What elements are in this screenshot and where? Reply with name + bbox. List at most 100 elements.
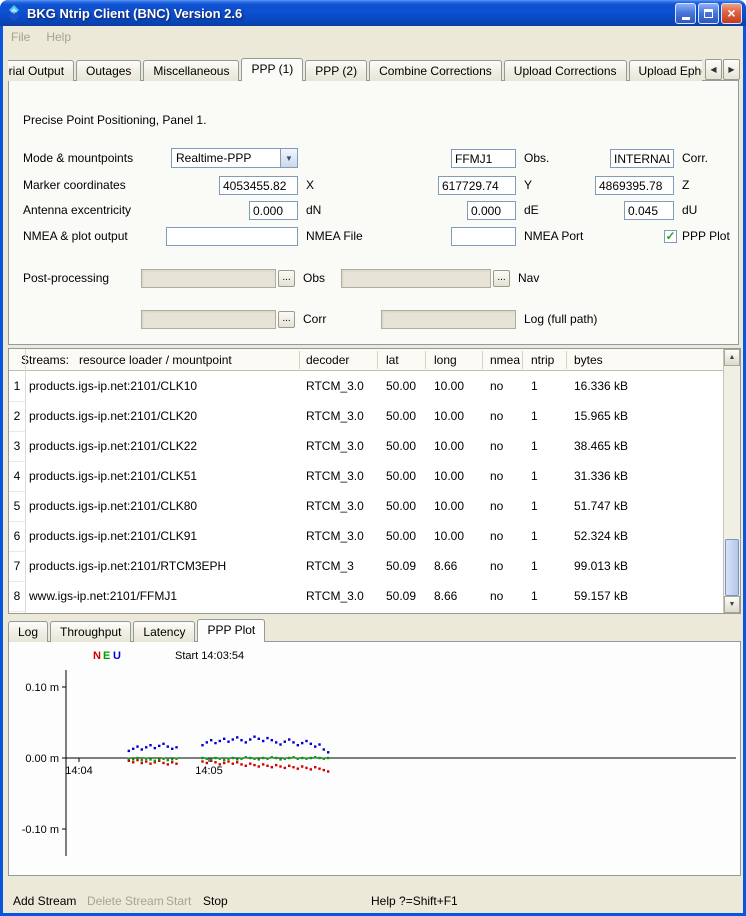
stream-row-1[interactable]: 1products.igs-ip.net:2101/CLK10RTCM_3.05… bbox=[9, 371, 723, 401]
stream-cell-ntrip: 1 bbox=[531, 371, 538, 401]
add-stream-button[interactable]: Add Stream bbox=[13, 893, 76, 909]
tab-miscellaneous[interactable]: Miscellaneous bbox=[143, 60, 239, 81]
point-N bbox=[301, 765, 303, 767]
chevron-down-icon[interactable]: ▼ bbox=[280, 149, 297, 167]
point-E bbox=[223, 759, 225, 761]
tab-upload-corrections[interactable]: Upload Corrections bbox=[504, 60, 627, 81]
start-button[interactable]: Start bbox=[166, 893, 191, 909]
minimize-button[interactable] bbox=[675, 3, 696, 24]
point-U bbox=[318, 743, 320, 745]
status-bar: Add Stream Delete Stream Start Stop Help… bbox=[3, 889, 743, 913]
x-tick-label: 14:05 bbox=[195, 765, 223, 777]
post-nav-field[interactable] bbox=[341, 269, 491, 288]
stream-row-3[interactable]: 3products.igs-ip.net:2101/CLK22RTCM_3.05… bbox=[9, 431, 723, 461]
nmea-file-field[interactable] bbox=[166, 227, 298, 246]
scroll-down-button[interactable]: ▼ bbox=[724, 596, 740, 613]
tab-ppp-1-[interactable]: PPP (1) bbox=[241, 58, 303, 81]
stream-cell-lat: 50.00 bbox=[386, 521, 416, 551]
menu-file[interactable]: File bbox=[3, 30, 38, 44]
menu-help[interactable]: Help bbox=[38, 30, 79, 44]
post-obs-label: Obs bbox=[303, 269, 325, 288]
check-icon: ✓ bbox=[665, 229, 675, 243]
point-N bbox=[206, 762, 208, 764]
marker-x-field[interactable] bbox=[219, 176, 298, 195]
post-obs-field[interactable] bbox=[141, 269, 276, 288]
tab-latency[interactable]: Latency bbox=[133, 621, 195, 642]
marker-z-label: Z bbox=[682, 176, 689, 195]
ppp-plot-chart: 0.10 m0.00 m-0.10 m14:0414:05NEUStart 14… bbox=[9, 642, 740, 875]
delete-stream-button[interactable]: Delete Stream bbox=[87, 893, 164, 909]
point-N bbox=[284, 767, 286, 769]
nmea-port-field[interactable] bbox=[451, 227, 516, 246]
marker-y-label: Y bbox=[524, 176, 532, 195]
point-N bbox=[167, 763, 169, 765]
point-N bbox=[214, 761, 216, 763]
y-tick-label: 0.00 m bbox=[25, 753, 59, 765]
header-streams: Streams: resource loader / mountpoint bbox=[21, 349, 232, 371]
tab-ppp-2-[interactable]: PPP (2) bbox=[305, 60, 367, 81]
table-scrollbar[interactable]: ▲ ▼ bbox=[723, 349, 740, 613]
post-corr-browse-button[interactable]: ... bbox=[278, 311, 295, 328]
tab-throughput[interactable]: Throughput bbox=[50, 621, 131, 642]
post-corr-field[interactable] bbox=[141, 310, 276, 329]
ppp-plot-checkbox[interactable]: ✓ bbox=[664, 230, 677, 243]
post-obs-browse-button[interactable]: ... bbox=[278, 270, 295, 287]
antenna-de-field[interactable] bbox=[467, 201, 516, 220]
maximize-button[interactable] bbox=[698, 3, 719, 24]
marker-z-field[interactable] bbox=[595, 176, 674, 195]
tab-serial-output[interactable]: Serial Output bbox=[8, 60, 74, 81]
stream-cell-decoder: RTCM_3.0 bbox=[306, 461, 364, 491]
tab-log[interactable]: Log bbox=[8, 621, 48, 642]
header-bytes: bytes bbox=[574, 349, 603, 371]
tab-upload-ephemeris[interactable]: Upload Ephemeris bbox=[629, 60, 703, 81]
stream-row-5[interactable]: 5products.igs-ip.net:2101/CLK80RTCM_3.05… bbox=[9, 491, 723, 521]
scroll-up-button[interactable]: ▲ bbox=[724, 349, 740, 366]
obs-label: Obs. bbox=[524, 149, 549, 168]
stream-row-2[interactable]: 2products.igs-ip.net:2101/CLK20RTCM_3.05… bbox=[9, 401, 723, 431]
post-nav-browse-button[interactable]: ... bbox=[493, 270, 510, 287]
close-button[interactable]: × bbox=[721, 3, 742, 24]
antenna-du-field[interactable] bbox=[624, 201, 674, 220]
column-separator bbox=[299, 351, 300, 369]
tab-outages[interactable]: Outages bbox=[76, 60, 141, 81]
stream-row-6[interactable]: 6products.igs-ip.net:2101/CLK91RTCM_3.05… bbox=[9, 521, 723, 551]
mode-combo[interactable]: Realtime-PPP ▼ bbox=[171, 148, 298, 168]
tab-ppp-plot[interactable]: PPP Plot bbox=[197, 619, 265, 642]
y-tick-label: -0.10 m bbox=[22, 824, 59, 836]
tab-scroll-left-button[interactable]: ◀ bbox=[705, 59, 722, 80]
stop-button[interactable]: Stop bbox=[203, 893, 228, 909]
point-N bbox=[266, 765, 268, 767]
scrollbar-thumb[interactable] bbox=[725, 539, 739, 596]
stream-cell-mount: products.igs-ip.net:2101/CLK51 bbox=[29, 461, 197, 491]
point-U bbox=[271, 739, 273, 741]
help-hint: Help ?=Shift+F1 bbox=[371, 893, 458, 909]
nmea-label: NMEA & plot output bbox=[23, 227, 128, 246]
marker-y-field[interactable] bbox=[438, 176, 516, 195]
obs-mountpoint-field[interactable] bbox=[451, 149, 516, 168]
tab-scroll-right-button[interactable]: ▶ bbox=[723, 59, 740, 80]
tab-combine-corrections[interactable]: Combine Corrections bbox=[369, 60, 502, 81]
point-N bbox=[136, 759, 138, 761]
chevron-right-icon: ▶ bbox=[728, 65, 734, 74]
point-U bbox=[128, 750, 130, 752]
point-E bbox=[297, 758, 299, 760]
nmea-port-label: NMEA Port bbox=[524, 227, 583, 246]
header-long: long bbox=[434, 349, 457, 371]
point-E bbox=[271, 756, 273, 758]
point-U bbox=[236, 736, 238, 738]
point-E bbox=[210, 758, 212, 760]
post-log-field[interactable] bbox=[381, 310, 516, 329]
point-U bbox=[214, 742, 216, 744]
stream-row-4[interactable]: 4products.igs-ip.net:2101/CLK51RTCM_3.05… bbox=[9, 461, 723, 491]
corr-mountpoint-field[interactable] bbox=[610, 149, 674, 168]
post-nav-label: Nav bbox=[518, 269, 539, 288]
stream-row-8[interactable]: 8www.igs-ip.net:2101/FFMJ1RTCM_3.050.098… bbox=[9, 581, 723, 611]
point-E bbox=[305, 758, 307, 760]
header-ntrip: ntrip bbox=[531, 349, 554, 371]
antenna-dn-field[interactable] bbox=[249, 201, 298, 220]
legend-E: E bbox=[103, 650, 110, 662]
stream-cell-mount: products.igs-ip.net:2101/CLK20 bbox=[29, 401, 197, 431]
point-U bbox=[305, 740, 307, 742]
point-N bbox=[288, 765, 290, 767]
stream-row-7[interactable]: 7products.igs-ip.net:2101/RTCM3EPHRTCM_3… bbox=[9, 551, 723, 581]
